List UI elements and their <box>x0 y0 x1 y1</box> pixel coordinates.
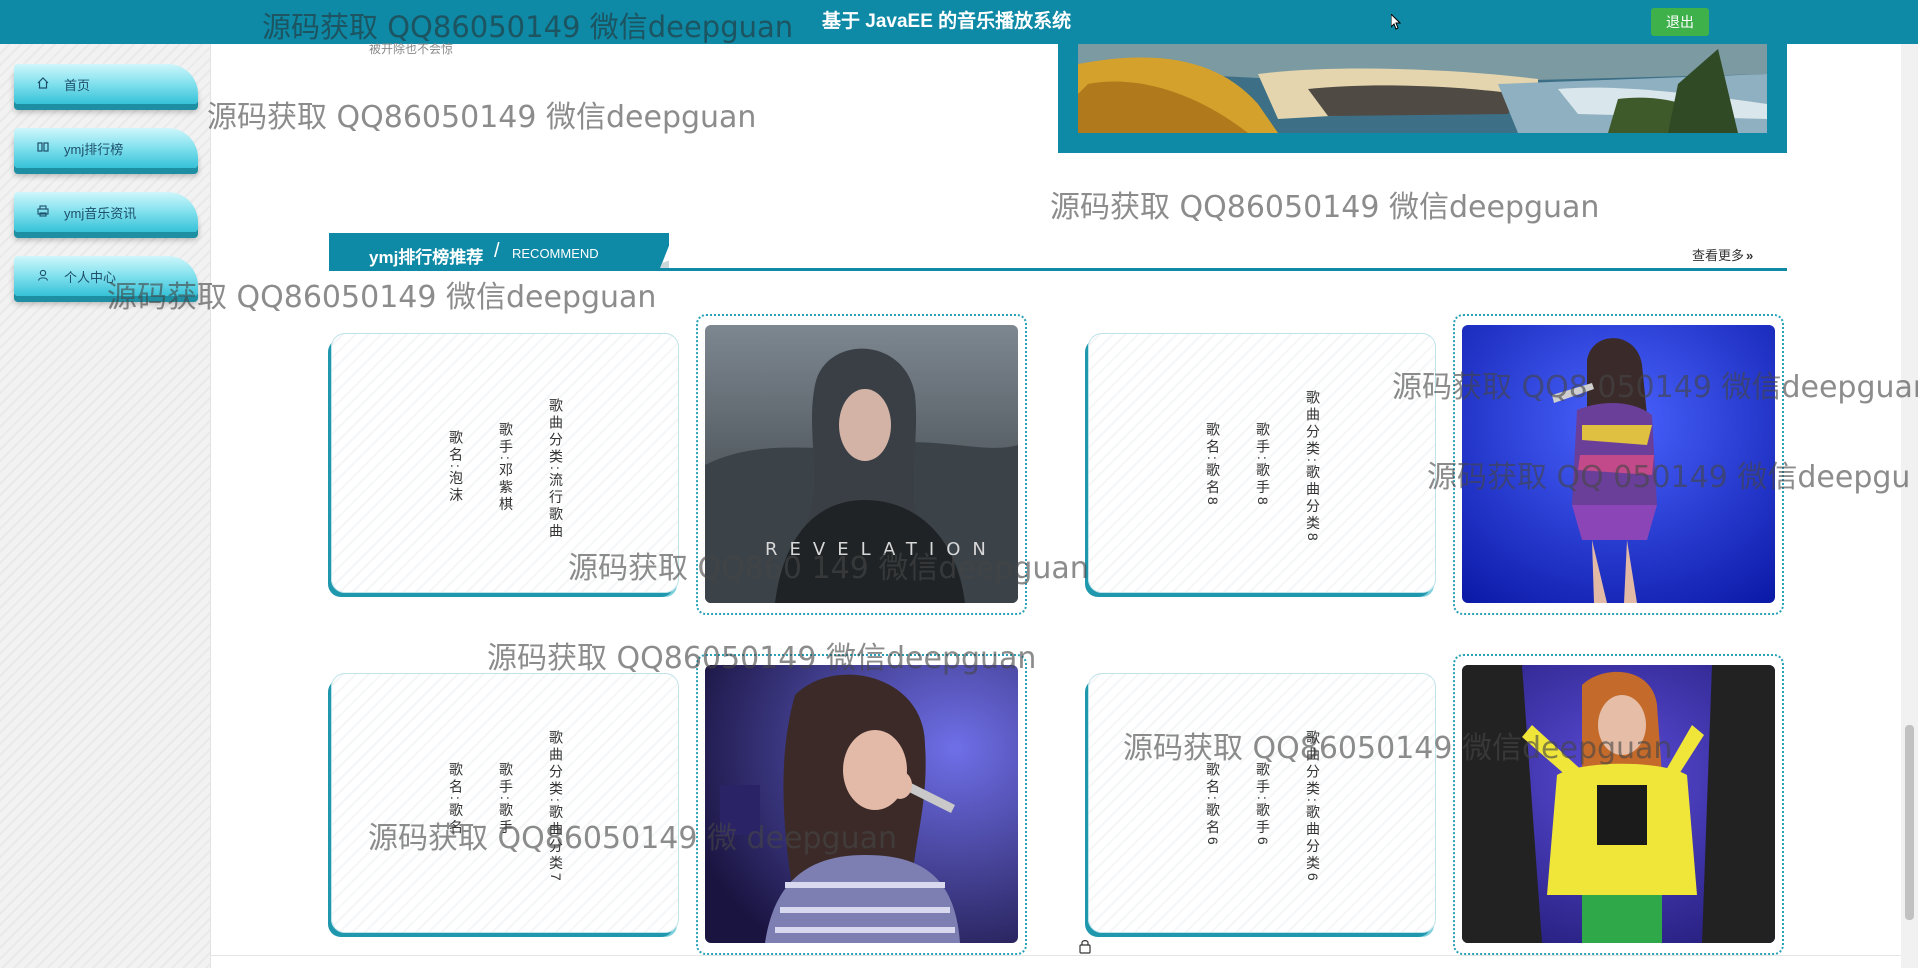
song-category: 歌曲分类:歌曲分类7 <box>548 730 564 884</box>
song-info-card[interactable]: 歌曲分类:歌曲分类6 歌手:歌手6 歌名:歌名6 <box>1088 673 1436 933</box>
view-more-label: 查看更多 <box>1692 248 1745 263</box>
printer-icon <box>37 205 49 217</box>
song-category: 歌曲分类:歌曲分类8 <box>1305 390 1321 544</box>
news-snippet-text: 被开除也不会惊 <box>369 42 454 56</box>
singer-photo-revelation[interactable]: REVELATION <box>705 325 1018 603</box>
sidebar-item-label: 首页 <box>64 78 91 93</box>
song-singer: 歌手:邓紫棋 <box>498 422 514 514</box>
song-singer: 歌手:歌手8 <box>1255 422 1271 508</box>
song-image-card[interactable] <box>1453 654 1784 955</box>
sidebar-item-label: 个人中心 <box>64 270 117 285</box>
song-singer: 歌手:歌手6 <box>1255 762 1271 848</box>
banner-image[interactable] <box>1078 44 1767 133</box>
song-image-card[interactable]: REVELATION <box>696 314 1027 615</box>
sidebar-item-personal-center[interactable]: 个人中心 <box>14 256 198 296</box>
top-header-bar: 基于 JavaEE 的音乐播放系统 退出 <box>0 0 1918 44</box>
song-info-card[interactable]: 歌曲分类:流行歌曲 歌手:邓紫棋 歌名:泡沫 <box>331 333 679 593</box>
page-bottom-divider <box>211 955 1901 956</box>
song-name: 歌名:泡沫 <box>448 430 464 505</box>
lock-icon <box>1079 940 1091 954</box>
app-title: 基于 JavaEE 的音乐播放系统 <box>822 11 1072 32</box>
home-icon <box>37 77 49 89</box>
song-image-card[interactable] <box>696 654 1027 955</box>
svg-text:REVELATION: REVELATION <box>765 539 998 560</box>
singer-photo-yellow-jacket[interactable] <box>1462 665 1775 943</box>
sidebar <box>0 44 211 968</box>
song-singer: 歌手:歌手 <box>498 762 514 837</box>
section-title: ymj排行榜推荐 <box>369 248 484 267</box>
sidebar-item-label: ymj排行榜 <box>64 142 124 157</box>
song-info-card[interactable]: 歌曲分类:歌曲分类8 歌手:歌手8 歌名:歌名8 <box>1088 333 1436 593</box>
columns-icon <box>37 142 49 152</box>
section-header-underline <box>329 268 1787 271</box>
song-info-card[interactable]: 歌曲分类:歌曲分类7 歌手:歌手 歌名:歌名 <box>331 673 679 933</box>
double-chevron-right-icon: » <box>1746 248 1754 263</box>
user-icon <box>37 269 49 281</box>
song-name: 歌名:歌名6 <box>1205 762 1221 848</box>
sidebar-item-label: ymj音乐资讯 <box>64 206 137 221</box>
sidebar-item-music-news[interactable]: ymj音乐资讯 <box>14 192 198 232</box>
singer-photo-microphone[interactable] <box>705 665 1018 943</box>
view-more-link[interactable]: 查看更多» <box>1692 245 1753 264</box>
singer-photo-stage-blue[interactable] <box>1462 325 1775 603</box>
scrollbar-thumb[interactable] <box>1905 725 1914 920</box>
sidebar-item-ranking[interactable]: ymj排行榜 <box>14 128 198 168</box>
section-subtitle: RECOMMEND <box>512 246 599 261</box>
logout-button[interactable]: 退出 <box>1651 8 1709 36</box>
section-title-separator: / <box>494 240 500 262</box>
song-name: 歌名:歌名8 <box>1205 422 1221 508</box>
song-image-card[interactable] <box>1453 314 1784 615</box>
mouse-cursor-icon <box>1391 14 1401 30</box>
sidebar-item-home[interactable]: 首页 <box>14 64 198 104</box>
song-name: 歌名:歌名 <box>448 762 464 837</box>
song-category: 歌曲分类:流行歌曲 <box>548 398 564 541</box>
song-category: 歌曲分类:歌曲分类6 <box>1305 730 1321 884</box>
